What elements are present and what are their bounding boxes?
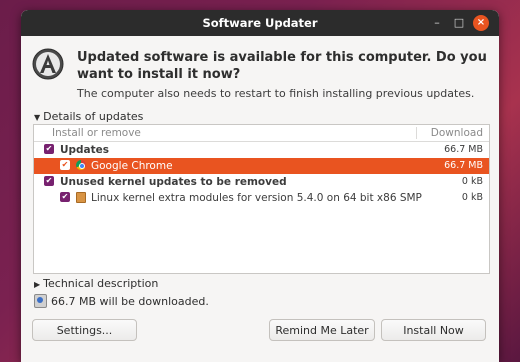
technical-description-expander[interactable]: ▶ Technical description [34, 277, 158, 290]
chrome-icon [76, 160, 86, 170]
remind-me-later-button[interactable]: Remind Me Later [269, 319, 375, 341]
kernel-group-checkbox[interactable]: ✔ [44, 176, 54, 186]
list-header: Install or remove Download [34, 125, 489, 142]
updates-list[interactable]: Install or remove Download ✔ Updates 66.… [33, 124, 490, 274]
column-download[interactable]: Download [431, 127, 483, 139]
software-updater-window: Software Updater – □ × Updated software … [21, 10, 499, 362]
updates-group-size: 66.7 MB [444, 144, 483, 155]
minimize-icon[interactable]: – [429, 15, 445, 31]
kernel-group-size: 0 kB [461, 176, 483, 187]
google-chrome-size: 66.7 MB [444, 160, 483, 171]
collapsed-triangle-icon: ▶ [34, 280, 41, 289]
window-title: Software Updater [202, 16, 318, 30]
download-icon [34, 294, 47, 308]
install-now-button[interactable]: Install Now [381, 319, 486, 341]
google-chrome-label: Google Chrome [91, 160, 173, 172]
download-size-text: 66.7 MB will be downloaded. [51, 295, 209, 308]
settings-button[interactable]: Settings... [32, 319, 137, 341]
column-install-or-remove[interactable]: Install or remove [52, 127, 141, 139]
kernel-package-size: 0 kB [461, 192, 483, 203]
list-item-kernel-group[interactable]: ✔ Unused kernel updates to be removed 0 … [34, 174, 489, 190]
expanded-triangle-icon: ▼ [34, 113, 41, 122]
maximize-icon[interactable]: □ [451, 15, 467, 31]
kernel-package-label: Linux kernel extra modules for version 5… [91, 192, 422, 204]
headline: Updated software is available for this c… [77, 50, 487, 82]
close-icon[interactable]: × [473, 15, 489, 31]
google-chrome-checkbox[interactable]: ✔ [60, 160, 70, 170]
list-item-updates-group[interactable]: ✔ Updates 66.7 MB [34, 142, 489, 158]
column-separator [416, 127, 417, 139]
list-item-google-chrome[interactable]: ✔ Google Chrome 66.7 MB [34, 158, 489, 174]
kernel-group-label: Unused kernel updates to be removed [60, 176, 287, 188]
package-icon [76, 192, 86, 203]
technical-description-label: Technical description [43, 277, 159, 290]
list-item-kernel-package[interactable]: ✔ Linux kernel extra modules for version… [34, 190, 489, 206]
details-expander-label: Details of updates [43, 110, 144, 123]
kernel-package-checkbox[interactable]: ✔ [60, 192, 70, 202]
updates-checkbox[interactable]: ✔ [44, 144, 54, 154]
restart-notice: The computer also needs to restart to fi… [77, 87, 475, 100]
title-bar[interactable]: Software Updater – □ × [21, 10, 499, 36]
details-expander[interactable]: ▼ Details of updates [34, 110, 143, 123]
software-updater-logo-icon [32, 48, 64, 80]
updates-group-label: Updates [60, 144, 110, 156]
